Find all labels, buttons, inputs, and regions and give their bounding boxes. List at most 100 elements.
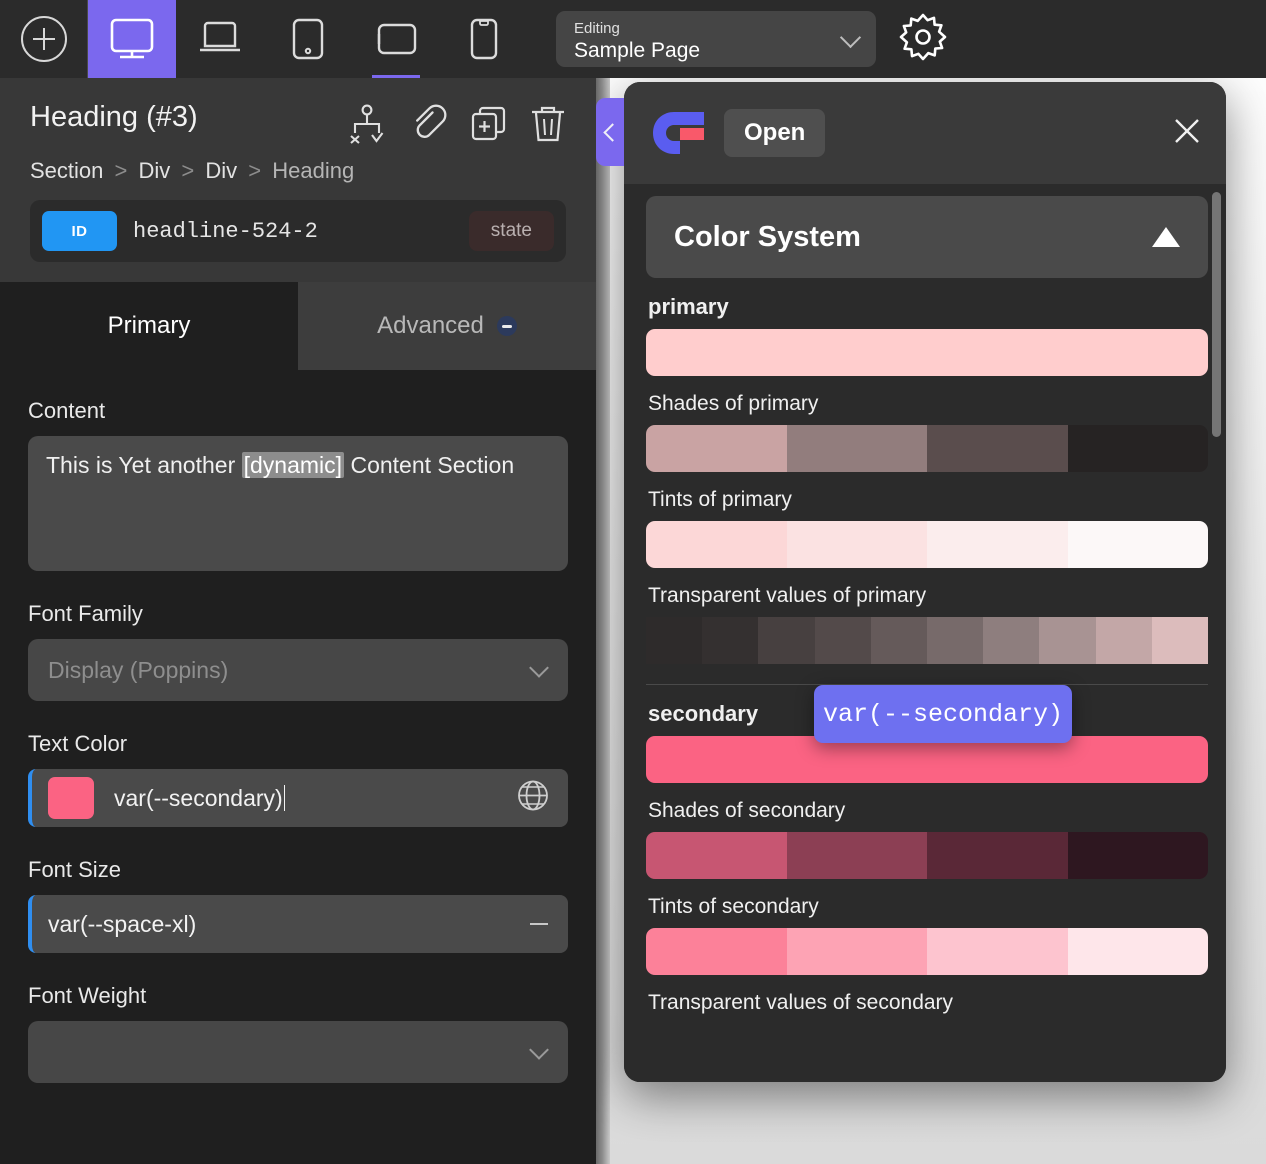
swatch[interactable]: [1067, 832, 1208, 879]
element-id-row: ID headline-524-2 state: [30, 200, 566, 262]
swatch[interactable]: [786, 521, 927, 568]
close-icon[interactable]: [1172, 116, 1202, 151]
stage-gutter: [596, 78, 610, 1164]
content-input[interactable]: This is Yet another [dynamic] Content Se…: [28, 436, 568, 571]
device-desktop-button[interactable]: [88, 0, 176, 78]
text-color-swatch[interactable]: [48, 777, 94, 819]
swatch[interactable]: [1067, 425, 1208, 472]
swatch[interactable]: [927, 521, 1068, 568]
content-text-after: Content Section: [344, 452, 515, 478]
modal-scrollbar[interactable]: [1212, 192, 1221, 1074]
swatch[interactable]: [1039, 617, 1096, 664]
swatch[interactable]: [814, 617, 871, 664]
swatch[interactable]: [927, 425, 1068, 472]
swatch[interactable]: [758, 617, 815, 664]
modal-header: Open: [624, 82, 1226, 184]
font-size-input[interactable]: var(--space-xl): [28, 895, 568, 953]
color-system-section-header[interactable]: Color System: [646, 196, 1208, 278]
plus-circle-icon: [20, 16, 67, 62]
page-title: Heading (#3): [30, 101, 198, 133]
breadcrumb-item-3[interactable]: Heading: [272, 158, 354, 183]
color-system-title: Color System: [674, 220, 861, 253]
id-badge[interactable]: ID: [42, 211, 117, 251]
conditions-icon[interactable]: [348, 104, 386, 149]
device-tablet-landscape-button[interactable]: [352, 0, 440, 78]
swatch[interactable]: [983, 617, 1040, 664]
swatch[interactable]: [646, 617, 703, 664]
top-toolbar: Editing Sample Page: [0, 0, 1266, 78]
content-dynamic-token[interactable]: [dynamic]: [241, 452, 345, 478]
device-mobile-button[interactable]: [440, 0, 528, 78]
breadcrumb: Section > Div > Div > Heading: [30, 158, 566, 184]
font-size-value: var(--space-xl): [48, 910, 197, 937]
state-chip[interactable]: state: [468, 211, 554, 251]
swatch[interactable]: [786, 425, 927, 472]
trash-icon[interactable]: [530, 104, 566, 149]
modal-scrollbar-thumb[interactable]: [1212, 192, 1221, 437]
swatch[interactable]: [927, 928, 1068, 975]
swatch[interactable]: [646, 425, 787, 472]
breadcrumb-item-1[interactable]: Div: [139, 158, 171, 183]
swatch[interactable]: [1095, 617, 1152, 664]
inspector-header: Heading (#3) Section > Div > Div > Headi…: [0, 78, 596, 282]
laptop-icon: [198, 20, 242, 58]
swatch[interactable]: [786, 928, 927, 975]
tab-primary[interactable]: Primary: [0, 282, 298, 370]
swatch[interactable]: [1067, 928, 1208, 975]
secondary-swatch-row[interactable]: [646, 736, 1208, 783]
swatch[interactable]: [927, 617, 984, 664]
font-weight-select[interactable]: [28, 1021, 568, 1083]
tab-advanced[interactable]: Advanced: [298, 282, 596, 370]
device-tablet-button[interactable]: [264, 0, 352, 78]
tints-of-primary-row[interactable]: [646, 521, 1208, 568]
text-cursor: [283, 785, 285, 811]
swatch[interactable]: [702, 617, 759, 664]
primary-swatch-row[interactable]: [646, 329, 1208, 376]
tablet-landscape-icon: [375, 23, 417, 55]
shades-of-primary-row[interactable]: [646, 425, 1208, 472]
swatch[interactable]: [927, 832, 1068, 879]
swatch[interactable]: [646, 521, 787, 568]
transparent-values-of-primary-row[interactable]: [646, 617, 1208, 664]
tablet-icon: [292, 18, 324, 60]
swatch[interactable]: [646, 329, 1208, 376]
transparent-values-of-secondary-label: Transparent values of secondary: [648, 991, 954, 1014]
font-family-label: Font Family: [28, 601, 143, 626]
primary-label: primary: [648, 294, 729, 319]
shades-of-secondary-row[interactable]: [646, 832, 1208, 879]
swatch[interactable]: [646, 736, 1208, 783]
tints-of-secondary-label: Tints of secondary: [648, 895, 819, 918]
inspector-tabs: Primary Advanced: [0, 282, 596, 370]
device-laptop-button[interactable]: [176, 0, 264, 78]
chevron-left-icon: [602, 122, 622, 142]
logo-icon: [650, 110, 706, 156]
breadcrumb-sep: >: [181, 158, 195, 183]
font-family-select[interactable]: Display (Poppins): [28, 639, 568, 701]
tints-of-secondary-row[interactable]: [646, 928, 1208, 975]
text-color-input[interactable]: var(--secondary): [28, 769, 568, 827]
globe-icon[interactable]: [516, 779, 550, 818]
swatch[interactable]: [870, 617, 928, 664]
open-button[interactable]: Open: [724, 109, 826, 157]
element-id-value[interactable]: headline-524-2: [133, 219, 453, 244]
color-tooltip: var(--secondary): [814, 685, 1072, 743]
page-selector[interactable]: Editing Sample Page: [556, 11, 876, 67]
swatch[interactable]: [1151, 617, 1208, 664]
breadcrumb-item-0[interactable]: Section: [30, 158, 103, 183]
breadcrumb-item-2[interactable]: Div: [205, 158, 237, 183]
swatch[interactable]: [646, 928, 787, 975]
collapse-panel-button[interactable]: [596, 98, 624, 166]
link-icon[interactable]: [408, 104, 448, 149]
element-inspector-panel: Heading (#3) Section > Div > Div > Headi…: [0, 78, 596, 1164]
duplicate-icon[interactable]: [470, 105, 508, 148]
swatch[interactable]: [786, 832, 927, 879]
settings-button[interactable]: [898, 12, 948, 67]
color-tooltip-text: var(--secondary): [822, 699, 1064, 729]
tab-advanced-badge: [496, 316, 517, 336]
minus-icon[interactable]: [530, 923, 548, 925]
swatch[interactable]: [1067, 521, 1208, 568]
swatch[interactable]: [646, 832, 787, 879]
add-element-button[interactable]: [0, 0, 88, 78]
color-system-modal: Open Color System primary Shades of prim…: [624, 82, 1226, 1082]
inspector-fields: Content This is Yet another [dynamic] Co…: [0, 370, 596, 1083]
